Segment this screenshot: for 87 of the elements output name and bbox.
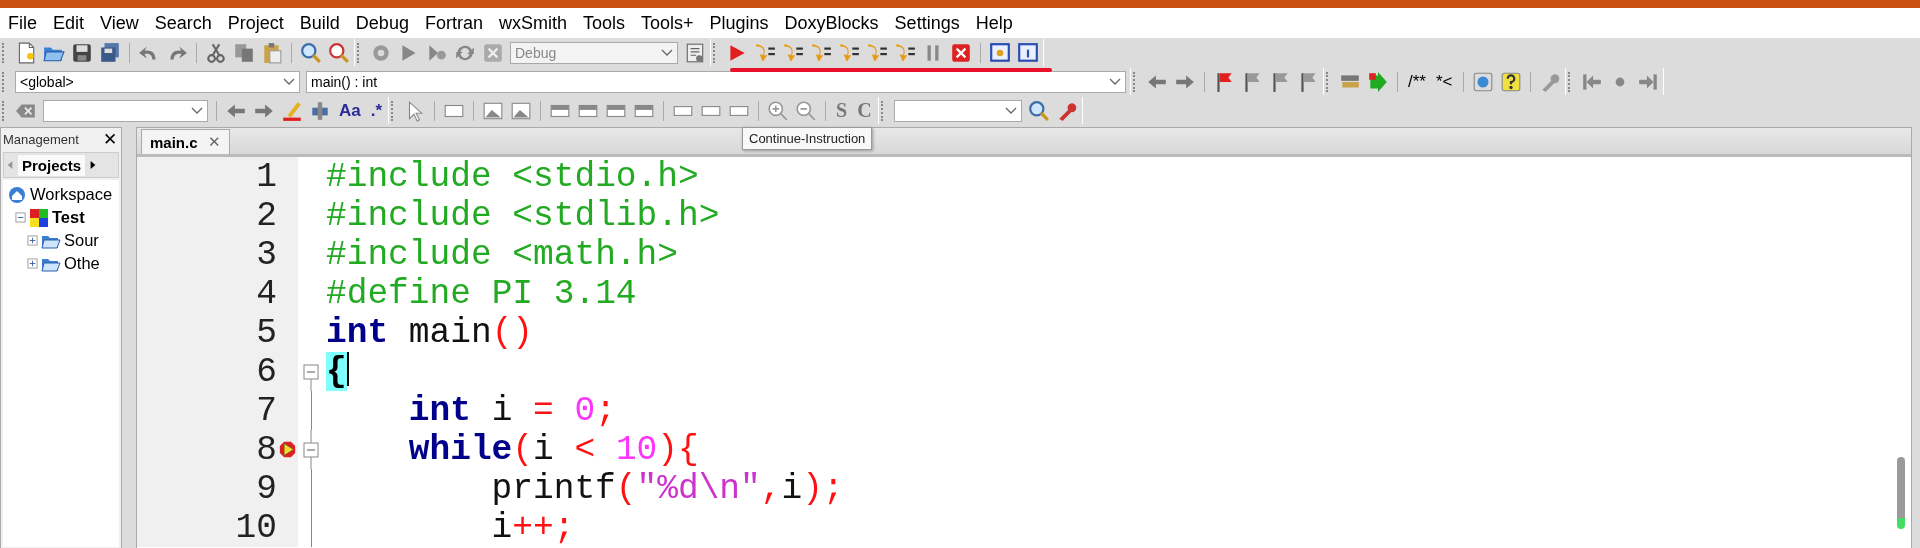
save-icon[interactable] xyxy=(71,41,93,64)
copy-icon[interactable] xyxy=(233,41,255,64)
menu-item[interactable]: Build xyxy=(291,12,348,34)
panel-title: Management xyxy=(3,131,79,147)
stop-icon[interactable] xyxy=(950,41,972,64)
code-line: #include <stdio.h> xyxy=(325,157,699,196)
close-button[interactable]: ✕ xyxy=(103,128,117,150)
code-line: while(i < 10){ xyxy=(407,430,699,469)
tree-item[interactable]: Workspace xyxy=(30,185,113,204)
menu-item[interactable]: Settings xyxy=(886,12,968,34)
code-editor[interactable]: 1 #include <stdio.h> 2 #include <stdlib.h> 3 #include <math.h> 4 #define PI 3.14 5 int main() 6 { 7 int i = 0; 8 while(i < 10){ 9 printf("%d\n",i); 10 i++; xyxy=(137,154,1911,548)
tree-item[interactable]: Sour xyxy=(64,231,99,250)
code-line: int main() xyxy=(325,313,534,352)
save-all-icon[interactable] xyxy=(99,41,121,64)
toolbar-button[interactable]: /** xyxy=(1406,71,1428,92)
help-icon[interactable] xyxy=(1499,70,1522,93)
cut-icon[interactable] xyxy=(205,41,227,64)
arrow-icon[interactable] xyxy=(1367,70,1389,93)
scrollbar-thumb[interactable] xyxy=(1897,457,1905,529)
menu-item[interactable]: Plugins xyxy=(701,12,777,34)
highlight-icon[interactable] xyxy=(281,99,303,122)
build-options-icon[interactable] xyxy=(684,41,706,64)
tree-item[interactable]: Othe xyxy=(64,254,100,273)
tree-item[interactable]: Test xyxy=(52,208,85,227)
code-line: int i = 0; xyxy=(407,391,616,430)
debug-step-icon[interactable] xyxy=(810,41,832,64)
debug-step-icon[interactable] xyxy=(754,41,776,64)
replace-icon[interactable] xyxy=(328,41,350,64)
debug-step-icon[interactable] xyxy=(838,41,860,64)
debug-step-icon[interactable] xyxy=(894,41,916,64)
line-number: 10 xyxy=(137,508,277,547)
menu-item[interactable]: Fortran xyxy=(416,12,491,34)
expand-icon[interactable] xyxy=(27,258,38,269)
tab[interactable]: Projects xyxy=(18,154,86,176)
toolbar-button[interactable]: *< xyxy=(1433,71,1455,92)
caret-icon[interactable] xyxy=(191,106,203,115)
caret-icon[interactable] xyxy=(661,48,673,57)
zoom-out-icon[interactable] xyxy=(795,99,818,122)
dropdown[interactable]: main() : int xyxy=(306,70,1126,93)
line-number: 9 xyxy=(137,469,277,508)
abort-icon[interactable] xyxy=(482,41,504,64)
line-number: 6 xyxy=(137,352,277,391)
menu-item[interactable]: Project xyxy=(219,12,292,34)
collapse-icon[interactable] xyxy=(15,212,26,223)
line-number: 1 xyxy=(137,157,277,196)
expand-icon[interactable] xyxy=(27,235,38,246)
menu-item[interactable]: Help xyxy=(967,12,1021,34)
menu-item[interactable]: Debug xyxy=(347,12,417,34)
code-line: printf("%d\n",i); xyxy=(490,469,844,508)
menu-item[interactable]: Tools xyxy=(574,12,633,34)
workspace-icon xyxy=(7,184,27,205)
zoom-in-icon[interactable] xyxy=(767,99,790,122)
editor-tab[interactable]: main.c ✕ xyxy=(141,129,230,154)
toolbar-button[interactable]: Aa xyxy=(337,100,363,121)
menu-item[interactable]: DoxyBlocks xyxy=(776,12,887,34)
code-line: #define PI 3.14 xyxy=(325,274,637,313)
code-line: i++; xyxy=(490,508,575,547)
tooltip: Continue-Instruction xyxy=(742,127,873,150)
menu-item[interactable]: File xyxy=(0,12,45,34)
menu-item[interactable]: View xyxy=(92,12,147,34)
line-number: 2 xyxy=(137,196,277,235)
line-number: 4 xyxy=(137,274,277,313)
caret-icon[interactable] xyxy=(283,77,295,86)
debug-window-icon[interactable] xyxy=(989,41,1011,64)
caret-icon[interactable] xyxy=(1004,106,1017,115)
search-icon[interactable] xyxy=(300,41,322,64)
caret-icon[interactable] xyxy=(1109,77,1121,86)
line-number: 3 xyxy=(137,235,277,274)
code-line: #include <math.h> xyxy=(325,235,678,274)
toolbar-button[interactable]: .* xyxy=(368,100,385,121)
debug-step-icon[interactable] xyxy=(782,41,804,64)
search-icon[interactable] xyxy=(1027,99,1050,122)
menu-item[interactable]: wxSmith xyxy=(490,12,575,34)
line-number: 5 xyxy=(137,313,277,352)
debug-step-icon[interactable] xyxy=(866,41,888,64)
menu-item[interactable]: Tools+ xyxy=(633,12,702,34)
close-icon[interactable]: ✕ xyxy=(207,133,221,151)
code-line: #include <stdlib.h> xyxy=(325,196,720,235)
menu-item[interactable]: Edit xyxy=(45,12,93,34)
dropdown[interactable]: <global> xyxy=(15,70,300,93)
fold-line xyxy=(310,391,312,430)
info-window-icon[interactable] xyxy=(1017,41,1039,64)
project-icon xyxy=(29,207,49,228)
menu-item[interactable]: Search xyxy=(146,12,220,34)
line-number: 7 xyxy=(137,391,277,430)
paste-icon[interactable] xyxy=(261,41,283,64)
line-number: 8 xyxy=(137,430,277,469)
